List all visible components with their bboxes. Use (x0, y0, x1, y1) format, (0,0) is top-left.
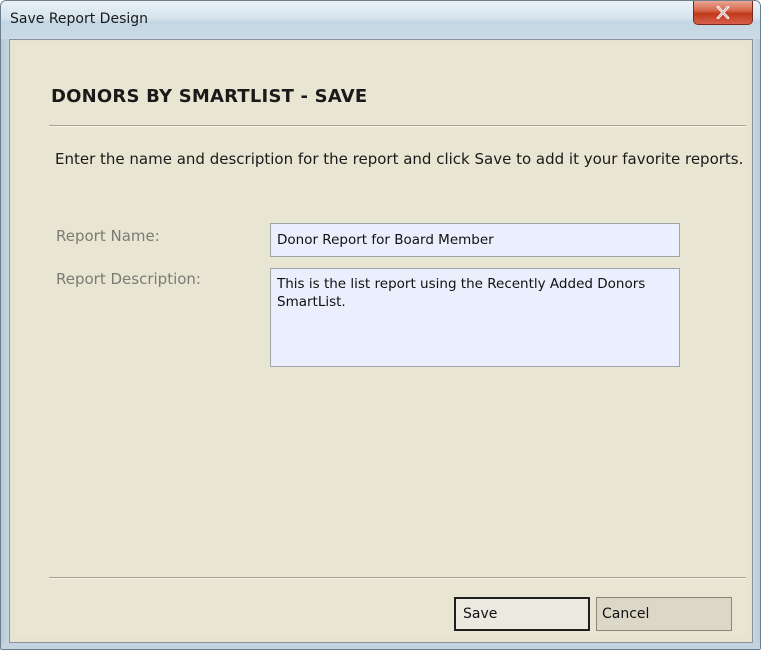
save-report-design-window: Save Report Design DONORS BY SMARTLIST -… (0, 0, 761, 650)
save-button[interactable]: Save (454, 597, 590, 631)
close-button[interactable] (693, 1, 753, 25)
report-name-input[interactable]: Donor Report for Board Member (270, 223, 680, 257)
instructions-text: Enter the name and description for the r… (55, 150, 744, 168)
window-title: Save Report Design (10, 11, 149, 27)
dialog-heading: DONORS BY SMARTLIST - SAVE (51, 86, 368, 107)
footer-divider (49, 577, 746, 579)
close-icon (716, 6, 730, 19)
report-description-label: Report Description: (56, 270, 201, 288)
cancel-button[interactable]: Cancel (596, 597, 732, 631)
dialog-panel: DONORS BY SMARTLIST - SAVE Enter the nam… (16, 46, 746, 636)
window-frame-left (1, 39, 9, 643)
dialog-client-area: DONORS BY SMARTLIST - SAVE Enter the nam… (9, 39, 753, 643)
report-name-label: Report Name: (56, 227, 160, 245)
window-frame-bottom (1, 643, 760, 649)
title-bar[interactable]: Save Report Design (1, 1, 760, 39)
report-description-textarea[interactable]: This is the list report using the Recent… (270, 268, 680, 367)
heading-divider (49, 125, 746, 127)
window-frame-right (753, 39, 760, 643)
